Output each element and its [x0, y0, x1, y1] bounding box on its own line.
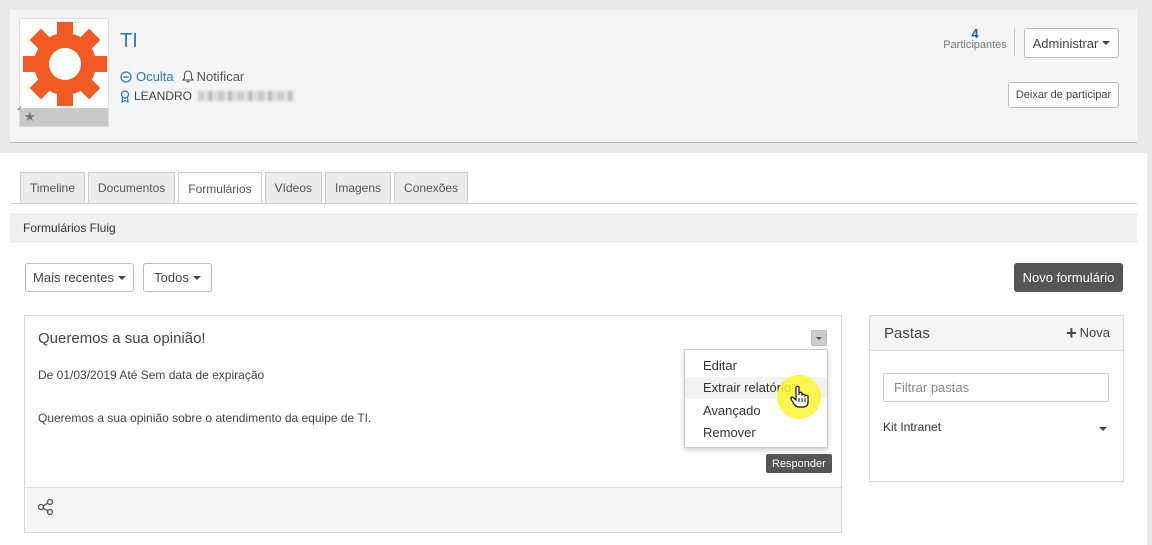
community-header: ★ TI Oculta Notificar LEANDRO 4 Particip… [10, 10, 1137, 143]
tab-conexoes[interactable]: Conexões [394, 172, 469, 203]
community-avatar[interactable]: ★ [17, 18, 109, 127]
bell-icon [181, 70, 194, 83]
form-title[interactable]: Queremos a sua opinião! [38, 330, 206, 347]
caret-down-icon [192, 275, 201, 280]
administrar-button[interactable]: Administrar [1024, 28, 1119, 58]
avatar-footer: ★ [20, 108, 108, 126]
new-folder-label: Nova [1079, 325, 1110, 340]
administrar-label: Administrar [1032, 35, 1099, 51]
new-form-button[interactable]: Novo formulário [1014, 263, 1123, 292]
notify-link[interactable]: Notificar [181, 69, 245, 84]
star-icon[interactable]: ★ [24, 109, 36, 125]
form-dates: De 01/03/2019 Até Sem data de expiração [38, 368, 265, 382]
respond-button[interactable]: Responder [766, 454, 832, 473]
folders-title: Pastas [884, 325, 930, 342]
participants-label: Participantes [943, 39, 1007, 51]
form-description: Queremos a sua opinião sobre o atendimen… [38, 411, 372, 425]
menu-item-remover[interactable]: Remover [685, 422, 827, 445]
filter-label: Todos [154, 270, 189, 285]
form-options-toggle[interactable] [811, 330, 827, 346]
minus-circle-icon [120, 70, 132, 83]
folders-header: Pastas + Nova [870, 316, 1123, 351]
notify-label: Notificar [196, 69, 245, 84]
community-title[interactable]: TI [120, 30, 138, 53]
tab-bar: Timeline Documentos Formulários Vídeos I… [20, 172, 469, 204]
folders-panel: Pastas + Nova Kit Intranet [869, 315, 1124, 482]
sort-dropdown[interactable]: Mais recentes [25, 263, 134, 292]
community-owner: LEANDRO [120, 89, 295, 103]
main-panel: Timeline Documentos Formulários Vídeos I… [0, 153, 1147, 545]
new-folder-button[interactable]: + Nova [1066, 322, 1110, 343]
caret-down-icon [816, 336, 822, 340]
participants-counter[interactable]: 4 Participantes [940, 26, 1010, 51]
tab-imagens[interactable]: Imagens [325, 172, 392, 203]
tab-formularios[interactable]: Formulários [178, 172, 262, 204]
filter-dropdown[interactable]: Todos [143, 263, 212, 292]
owner-name-redacted [198, 91, 295, 101]
tab-timeline[interactable]: Timeline [20, 172, 85, 203]
plus-icon: + [1066, 322, 1077, 343]
caret-down-icon [1102, 41, 1111, 45]
ribbon-icon [120, 89, 130, 103]
tab-documentos[interactable]: Documentos [87, 172, 176, 203]
gear-logo-icon [23, 22, 107, 106]
menu-item-editar[interactable]: Editar [685, 354, 827, 377]
visibility-label: Oculta [136, 69, 174, 84]
hand-cursor-icon [790, 385, 809, 408]
community-meta: Oculta Notificar [120, 69, 244, 84]
folder-item[interactable]: Kit Intranet [883, 420, 941, 434]
section-title: Formulários Fluig [23, 221, 116, 235]
leave-community-button[interactable]: Deixar de participar [1008, 82, 1119, 108]
tab-videos[interactable]: Vídeos [264, 172, 322, 203]
divider [1014, 28, 1015, 56]
caret-down-icon [117, 275, 126, 280]
section-header: Formulários Fluig [10, 213, 1137, 243]
share-icon[interactable] [37, 498, 55, 516]
leave-label: Deixar de participar [1015, 89, 1112, 101]
caret-down-icon[interactable] [1099, 427, 1107, 431]
owner-name[interactable]: LEANDRO [134, 89, 192, 103]
tabs-divider [10, 203, 1137, 204]
sort-label: Mais recentes [33, 270, 114, 285]
filter-folders-input[interactable] [883, 373, 1109, 402]
form-footer [25, 487, 841, 532]
